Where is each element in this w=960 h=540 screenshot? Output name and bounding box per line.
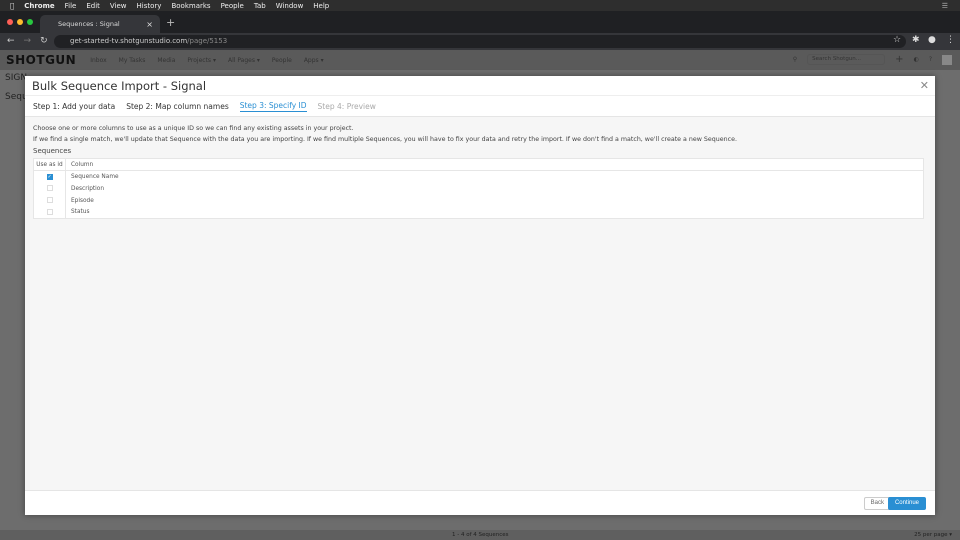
menu-history[interactable]: History [137, 2, 162, 10]
browser-tabbar: Sequences : Signal × + [0, 11, 960, 33]
use-as-id-checkbox[interactable] [46, 209, 53, 215]
url-host: get-started-tv.shotgunstudio.com [70, 37, 188, 45]
step-specify-id[interactable]: Step 3: Specify ID [239, 101, 307, 112]
apple-icon[interactable]:  [10, 2, 14, 10]
step-tabs: Step 1: Add your data Step 2: Map column… [25, 95, 935, 117]
menu-window[interactable]: Window [276, 2, 304, 10]
instructions-1: Choose one or more columns to use as a u… [33, 125, 354, 132]
browser-tab[interactable]: Sequences : Signal × [40, 15, 160, 33]
url-path: /page/5153 [187, 37, 228, 45]
header-column: Column [65, 158, 924, 171]
menu-icon[interactable]: ⋮ [946, 35, 955, 45]
page-footer: 1 - 4 of 4 Sequences 25 per page ▾ [0, 530, 960, 540]
forward-icon[interactable]: → [24, 36, 32, 46]
help-icon[interactable]: ? [929, 56, 932, 63]
dialog-footer: Back Continue [25, 490, 935, 515]
window-controls[interactable] [7, 19, 33, 25]
new-tab-icon[interactable]: + [166, 16, 175, 29]
menu-file[interactable]: File [65, 2, 77, 10]
section-label: Sequences [33, 147, 72, 155]
step-add-data[interactable]: Step 1: Add your data [33, 102, 115, 111]
record-count: 1 - 4 of 4 Sequences [452, 532, 509, 538]
address-bar: ← → ↻ get-started-tv.shotgunstudio.com/pag… [0, 33, 960, 50]
shotgun-logo[interactable]: SHOTGUN [6, 53, 76, 67]
moon-icon[interactable]: ◐ [914, 56, 919, 63]
avatar[interactable] [942, 54, 952, 65]
shotgun-nav: SHOTGUN Inbox My Tasks Media Projects ▾ … [0, 50, 960, 70]
project-name: SIGN [5, 73, 28, 83]
use-as-id-checkbox[interactable] [46, 185, 53, 192]
add-icon[interactable]: + [895, 54, 903, 65]
column-name: Episode [71, 197, 94, 204]
table-row: ✓ Sequence Name [33, 170, 924, 183]
nav-media[interactable]: Media [157, 57, 175, 64]
nav-people[interactable]: People [272, 57, 292, 64]
nav-my-tasks[interactable]: My Tasks [119, 57, 146, 64]
menu-tab[interactable]: Tab [254, 2, 266, 10]
nav-projects[interactable]: Projects ▾ [187, 57, 216, 64]
reload-icon[interactable]: ↻ [40, 36, 48, 46]
column-name: Sequence Name [71, 173, 119, 180]
per-page-select[interactable]: 25 per page ▾ [914, 532, 952, 538]
profile-icon[interactable]: ● [928, 35, 936, 45]
use-as-id-checkbox[interactable]: ✓ [46, 173, 53, 180]
use-as-id-checkbox[interactable] [46, 197, 53, 204]
search-icon[interactable]: ⚲ [793, 56, 797, 63]
menu-chrome[interactable]: Chrome [24, 2, 54, 10]
nav-all-pages[interactable]: All Pages ▾ [228, 57, 260, 64]
table-row: Status [33, 206, 924, 219]
menu-view[interactable]: View [110, 2, 127, 10]
menu-edit[interactable]: Edit [86, 2, 100, 10]
nav-apps[interactable]: Apps ▾ [304, 57, 324, 64]
table-row: Episode [33, 194, 924, 207]
continue-button[interactable]: Continue [887, 497, 926, 510]
back-button[interactable]: Back [863, 497, 891, 510]
bulk-import-dialog: Bulk Sequence Import - Signal ✕ Step 1: … [25, 76, 935, 515]
menu-bookmarks[interactable]: Bookmarks [171, 2, 210, 10]
dialog-title: Bulk Sequence Import - Signal [32, 79, 207, 93]
id-columns-table: Use as id Column ✓ Sequence Name Descripti… [33, 158, 924, 219]
extensions-icon[interactable]: ✱ [912, 35, 920, 45]
mac-menubar:  Chrome File Edit View History Bookmark… [0, 0, 960, 11]
header-use-as-id: Use as id [33, 158, 66, 171]
dialog-body: Choose one or more columns to use as a u… [25, 117, 935, 490]
control-center-icon[interactable]: ☰ [942, 2, 948, 10]
table-row: Description [33, 182, 924, 195]
instructions-2: If we find a single match, we'll update … [33, 136, 737, 143]
menu-help[interactable]: Help [313, 2, 329, 10]
search-input[interactable]: Search Shotgun... [807, 54, 886, 65]
back-icon[interactable]: ← [7, 36, 15, 46]
step-preview: Step 4: Preview [317, 101, 376, 111]
nav-inbox[interactable]: Inbox [90, 57, 106, 64]
column-name: Status [71, 209, 90, 216]
column-name: Description [71, 185, 105, 192]
step-map-columns[interactable]: Step 2: Map column names [126, 102, 229, 111]
close-icon[interactable]: ✕ [920, 79, 929, 92]
url-field[interactable]: get-started-tv.shotgunstudio.com/page/51… [54, 35, 906, 48]
close-tab-icon[interactable]: × [146, 20, 153, 29]
tab-title: Sequences : Signal [58, 20, 120, 28]
star-icon[interactable]: ☆ [893, 35, 901, 45]
menu-people[interactable]: People [221, 2, 244, 10]
